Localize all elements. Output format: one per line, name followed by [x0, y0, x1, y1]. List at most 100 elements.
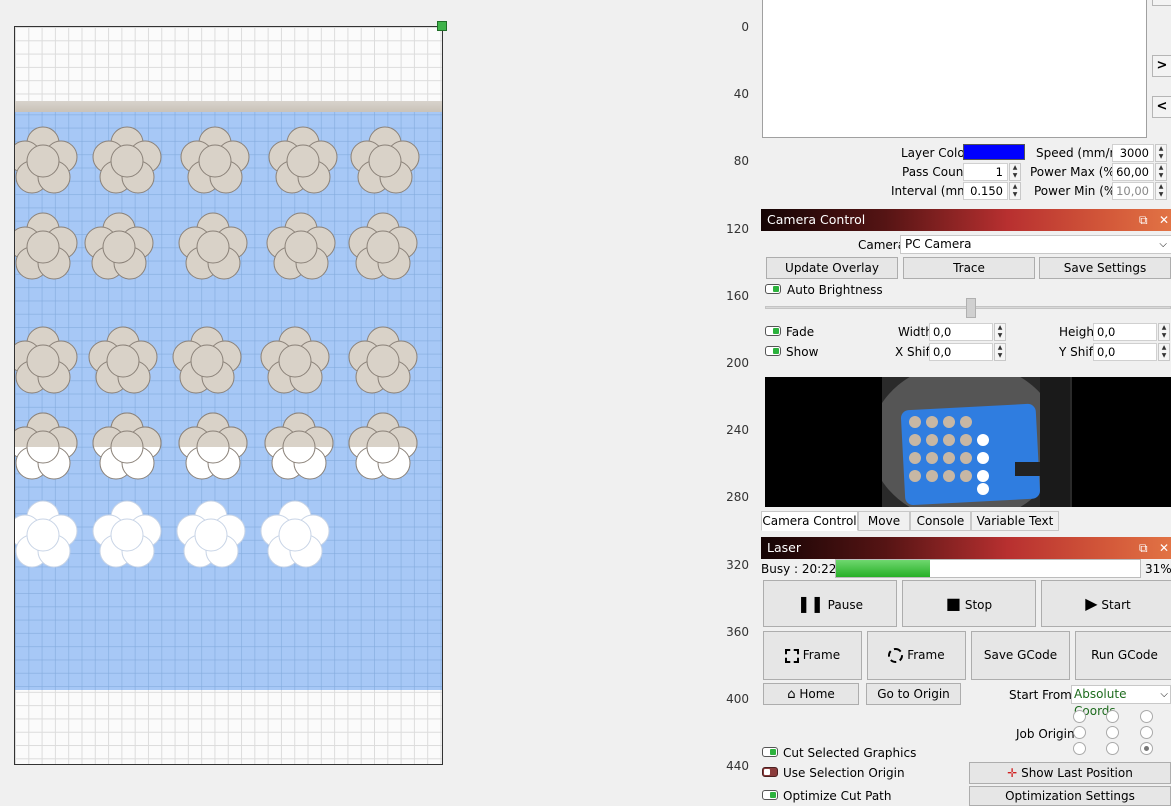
origin-radio-middle-right[interactable]	[1140, 726, 1153, 739]
work-area[interactable]	[14, 26, 443, 765]
flower-cutout	[89, 497, 165, 573]
ruler-tick: 280	[726, 490, 749, 505]
camera-overlay-image	[15, 101, 442, 690]
ruler-tick: 120	[726, 221, 749, 236]
undock-icon[interactable]: ⧉	[1139, 209, 1148, 231]
tab-variable-text[interactable]: Variable Text	[971, 511, 1059, 531]
stop-button[interactable]: ■ Stop	[902, 580, 1036, 627]
layer-color-swatch[interactable]	[963, 144, 1025, 160]
ruler-tick: 440	[726, 759, 749, 774]
speed-input[interactable]: 3000	[1112, 144, 1154, 162]
run-gcode-button[interactable]: Run GCode	[1075, 631, 1171, 680]
start-button[interactable]: ▶ Start	[1041, 580, 1171, 627]
fade-label: Fade	[786, 325, 815, 339]
show-toggle[interactable]	[765, 346, 781, 356]
flower-cutout-wood-half	[175, 409, 251, 447]
yshift-input[interactable]: 0,0	[1093, 343, 1157, 361]
progress-percent: 31%	[1145, 562, 1171, 576]
start-label: Start	[1101, 598, 1131, 612]
origin-radio-top-right[interactable]	[1140, 710, 1153, 723]
flower-cutout	[15, 323, 81, 399]
go-to-origin-button[interactable]: Go to Origin	[866, 683, 961, 705]
flower-cutout-wood-half	[345, 409, 421, 447]
power-max-input[interactable]: 60,00	[1112, 163, 1154, 181]
height-input[interactable]: 0,0	[1093, 323, 1157, 341]
origin-radio-bottom-right[interactable]	[1140, 742, 1153, 755]
show-last-position-button[interactable]: ✛ Show Last Position	[969, 762, 1171, 784]
power-min-stepper[interactable]: ▲ ▼	[1155, 182, 1167, 200]
start-from-select[interactable]: Absolute Coords ⌵	[1071, 685, 1171, 718]
laser-status: Busy : 20:22	[761, 562, 837, 576]
camera-select[interactable]: PC Camera ⌵	[900, 235, 1171, 254]
origin-radio-bottom-center[interactable]	[1106, 742, 1119, 755]
width-stepper[interactable]: ▲ ▼	[994, 323, 1006, 341]
origin-radio-center[interactable]	[1106, 726, 1119, 739]
origin-radio-top-left[interactable]	[1073, 710, 1086, 723]
pass-count-stepper[interactable]: ▲ ▼	[1009, 163, 1021, 181]
flower-cutout	[89, 409, 165, 485]
width-label: Width	[898, 325, 933, 339]
brightness-slider-handle[interactable]	[966, 298, 976, 318]
flower-cutout	[173, 497, 249, 573]
close-icon[interactable]: ✕	[1159, 209, 1169, 231]
cut-selected-toggle[interactable]	[762, 747, 778, 757]
use-selection-origin-toggle[interactable]	[762, 767, 778, 777]
save-gcode-button[interactable]: Save GCode	[971, 631, 1070, 680]
xshift-input[interactable]: 0,0	[929, 343, 993, 361]
flower-cutout	[263, 209, 339, 285]
origin-radio-middle-left[interactable]	[1073, 726, 1086, 739]
home-icon: ⌂	[787, 687, 796, 702]
pass-count-input[interactable]: 1	[963, 163, 1008, 181]
cut-layer-list[interactable]	[762, 0, 1147, 138]
power-max-stepper[interactable]: ▲ ▼	[1155, 163, 1167, 181]
frame-circle-button[interactable]: Frame	[867, 631, 966, 680]
flower-cutout	[345, 209, 421, 285]
flower-cutout	[265, 123, 341, 199]
interval-stepper[interactable]: ▲ ▼	[1009, 182, 1021, 200]
move-layer-right-button[interactable]: >	[1152, 55, 1171, 77]
interval-input[interactable]: 0.150	[963, 182, 1008, 200]
stop-label: Stop	[964, 598, 993, 612]
origin-radio-top-center[interactable]	[1106, 710, 1119, 723]
update-overlay-button[interactable]: Update Overlay	[766, 257, 898, 279]
pause-button[interactable]: ❚❚ Pause	[763, 580, 897, 627]
fade-toggle[interactable]	[765, 326, 781, 336]
tab-console[interactable]: Console	[910, 511, 971, 531]
camera-preview-image	[765, 362, 1171, 522]
close-icon[interactable]: ✕	[1159, 537, 1169, 559]
power-max-label: Power Max (%)	[1030, 165, 1120, 179]
undock-icon[interactable]: ⧉	[1139, 537, 1148, 559]
job-origin-label: Job Origin	[1016, 727, 1075, 741]
layer-color-label: Layer Color	[901, 146, 970, 160]
job-progress-bar	[835, 559, 1141, 578]
xshift-stepper[interactable]: ▲ ▼	[994, 343, 1006, 361]
auto-brightness-toggle[interactable]	[765, 284, 781, 294]
yshift-stepper[interactable]: ▲ ▼	[1158, 343, 1170, 361]
origin-radio-bottom-left[interactable]	[1073, 742, 1086, 755]
auto-brightness-label: Auto Brightness	[787, 283, 883, 297]
flower-cutout-wood-half	[89, 409, 165, 447]
side-button-top[interactable]	[1152, 0, 1171, 6]
resize-handle[interactable]	[437, 21, 447, 31]
home-button[interactable]: ⌂ Home	[763, 683, 859, 705]
chevron-down-icon: ⌵	[1159, 239, 1167, 250]
tab-move[interactable]: Move	[858, 511, 910, 531]
flower-cutout	[175, 409, 251, 485]
width-input[interactable]: 0,0	[929, 323, 993, 341]
workspace-canvas[interactable]: 0 40 80 120 160 200 240 280 320 360 400 440	[0, 0, 755, 805]
play-icon: ▶	[1085, 594, 1098, 613]
save-settings-button[interactable]: Save Settings	[1039, 257, 1171, 279]
move-layer-left-button[interactable]: <	[1152, 96, 1171, 118]
flower-cutout	[15, 209, 81, 285]
frame-circle-label: Frame	[907, 648, 945, 662]
trace-button[interactable]: Trace	[903, 257, 1035, 279]
home-label: Home	[799, 687, 835, 701]
optimization-settings-button[interactable]: Optimization Settings	[969, 786, 1171, 806]
speed-stepper[interactable]: ▲ ▼	[1155, 144, 1167, 162]
optimize-cut-path-label: Optimize Cut Path	[783, 789, 892, 803]
power-min-input[interactable]: 10,00	[1112, 182, 1154, 200]
height-stepper[interactable]: ▲ ▼	[1158, 323, 1170, 341]
tab-camera-control[interactable]: Camera Control	[761, 511, 858, 531]
frame-rect-button[interactable]: Frame	[763, 631, 862, 680]
optimize-cut-path-toggle[interactable]	[762, 790, 778, 800]
